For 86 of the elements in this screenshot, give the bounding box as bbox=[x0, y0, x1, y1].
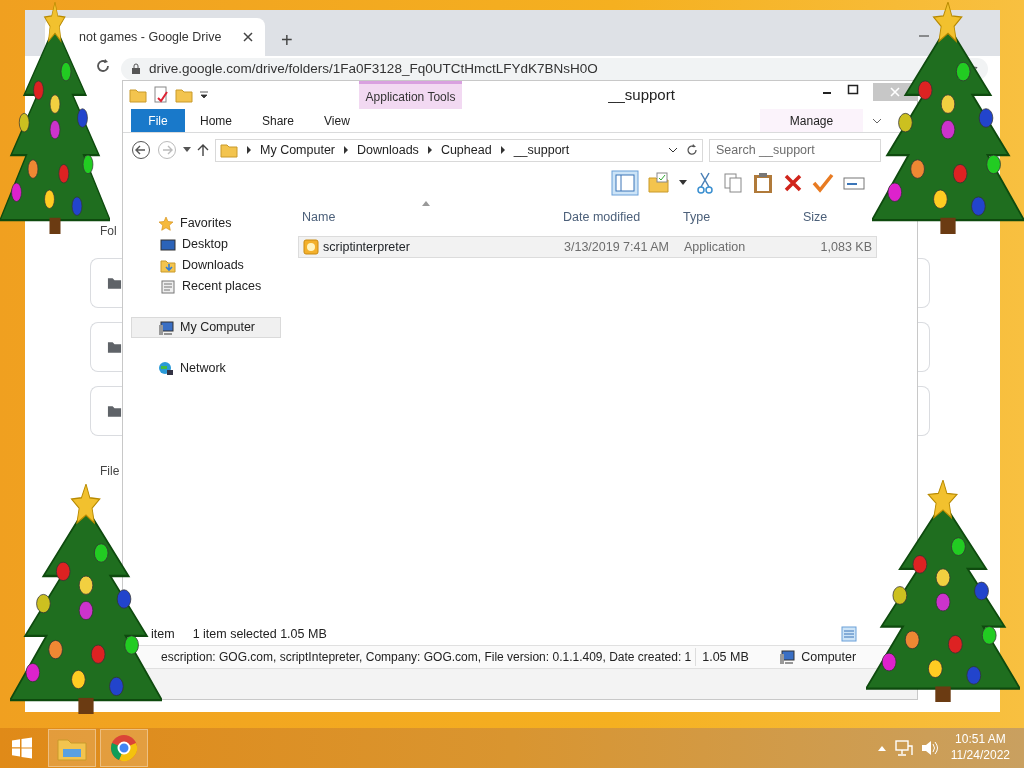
url-text: drive.google.com/drive/folders/1Fa0F3128_Fq0UTCtHmctLFYdK7BNsH0O bbox=[149, 59, 598, 78]
nav-label: My Computer bbox=[180, 319, 256, 337]
address-bar[interactable]: drive.google.com/drive/folders/1Fa0F3128_Fq0UTCtHmctLFYdK7BNsH0O bbox=[121, 58, 988, 80]
details-size: 1.05 MB bbox=[695, 647, 772, 667]
computer-icon bbox=[158, 319, 174, 336]
nav-item[interactable]: Downloads bbox=[131, 255, 281, 276]
section-heading: File bbox=[99, 463, 120, 480]
nav-label: Network bbox=[180, 360, 226, 378]
file-row[interactable]: scriptinterpreter 3/13/2019 7:41 AM Application 1,083 KB bbox=[298, 236, 877, 258]
file-name: scriptinterpreter bbox=[323, 238, 410, 256]
ribbon-tab[interactable]: File bbox=[131, 109, 185, 132]
checkmark-icon[interactable] bbox=[812, 173, 834, 193]
nav-label: Favorites bbox=[180, 215, 232, 233]
favorites-icon bbox=[158, 215, 174, 232]
close-icon[interactable] bbox=[243, 32, 253, 42]
chevron-right-icon bbox=[246, 146, 252, 154]
breadcrumb-item[interactable]: Downloads bbox=[357, 140, 419, 160]
details-text: escription: GOG.com, scriptIntepreter, Company: GOG.com, File version: 0.1.1.409, Date created: 1 bbox=[160, 649, 693, 666]
nav-item[interactable]: Recent places bbox=[131, 276, 281, 297]
browser-icon bbox=[110, 734, 138, 762]
nav-label: Desktop bbox=[182, 236, 228, 254]
browser-tab[interactable]: not games - Google Drive bbox=[45, 18, 265, 56]
sort-arrow-icon bbox=[422, 201, 430, 206]
computer-icon bbox=[779, 649, 796, 665]
rename-icon[interactable] bbox=[843, 175, 865, 191]
chevron-right-icon bbox=[343, 146, 350, 154]
window-title: __support bbox=[607, 84, 676, 105]
breadcrumb-item[interactable]: Cuphead bbox=[440, 140, 492, 160]
reload-icon[interactable] bbox=[95, 58, 111, 74]
paste-icon[interactable] bbox=[752, 172, 774, 194]
clock-time: 10:51 AM bbox=[954, 732, 1007, 748]
clock-date: 11/24/2022 bbox=[950, 748, 1010, 764]
folder-icon bbox=[220, 141, 238, 159]
nav-label: Downloads bbox=[182, 257, 244, 275]
chevron-right-icon bbox=[499, 146, 506, 154]
taskbar-app[interactable] bbox=[100, 729, 148, 767]
lock-icon bbox=[131, 63, 141, 75]
nav-item[interactable]: Desktop bbox=[131, 234, 281, 255]
refresh-icon[interactable] bbox=[686, 144, 698, 156]
windows-logo-icon bbox=[11, 737, 33, 759]
downloads-icon bbox=[160, 257, 176, 274]
breadcrumb-item[interactable]: My Computer bbox=[260, 140, 336, 160]
caret-icon[interactable] bbox=[199, 90, 209, 100]
delete-icon[interactable] bbox=[783, 173, 803, 193]
nav-item[interactable]: My Computer bbox=[131, 317, 281, 338]
nav-item[interactable]: Network bbox=[131, 358, 281, 379]
new-tab-button[interactable]: + bbox=[275, 30, 299, 50]
context-tab-title: Application Tools bbox=[359, 81, 462, 109]
cut-icon[interactable] bbox=[696, 172, 714, 194]
folder-icon bbox=[107, 340, 122, 354]
maximize-icon[interactable] bbox=[847, 83, 859, 97]
tab-title: not games - Google Drive bbox=[79, 28, 222, 46]
breadcrumb-item[interactable]: __support bbox=[513, 140, 570, 160]
ribbon-tab[interactable]: Manage bbox=[760, 109, 863, 132]
caret-up-icon[interactable] bbox=[876, 744, 887, 752]
ribbon-tab[interactable]: Home bbox=[185, 109, 247, 132]
network-icon bbox=[158, 360, 174, 377]
nav-item[interactable]: Favorites bbox=[131, 213, 281, 234]
column-header[interactable]: Date modified bbox=[559, 207, 679, 227]
file-type: Application bbox=[683, 238, 747, 256]
file-date: 3/13/2019 7:41 AM bbox=[563, 238, 670, 256]
chevron-right-icon bbox=[426, 146, 433, 154]
column-header[interactable]: Name bbox=[298, 207, 559, 227]
close-icon bbox=[890, 87, 900, 97]
recent-icon bbox=[160, 278, 176, 295]
folder-icon bbox=[107, 404, 122, 418]
application-icon bbox=[303, 239, 319, 255]
folder-icon bbox=[107, 276, 122, 290]
column-header[interactable]: Type bbox=[679, 207, 799, 227]
item-count: item bbox=[151, 625, 175, 643]
nav-label: Recent places bbox=[182, 278, 262, 296]
location-label: Computer bbox=[801, 648, 857, 666]
column-header[interactable]: Size bbox=[799, 207, 875, 227]
back-icon[interactable] bbox=[131, 140, 151, 160]
selection-status: 1 item selected 1.05 MB bbox=[192, 625, 327, 643]
section-heading: Fol bbox=[99, 223, 117, 240]
caret-icon[interactable] bbox=[679, 180, 687, 186]
file-size: 1,083 KB bbox=[819, 238, 873, 256]
search-field[interactable]: Search __support bbox=[709, 138, 881, 162]
ribbon-tab[interactable]: Share bbox=[247, 109, 310, 132]
desktop-icon bbox=[160, 236, 176, 253]
up-arrow-icon[interactable] bbox=[197, 143, 209, 157]
properties-icon[interactable] bbox=[153, 86, 169, 104]
ribbon-tab[interactable]: View bbox=[309, 109, 365, 132]
chevron-icon[interactable] bbox=[668, 146, 678, 154]
caret-icon[interactable] bbox=[183, 147, 191, 153]
